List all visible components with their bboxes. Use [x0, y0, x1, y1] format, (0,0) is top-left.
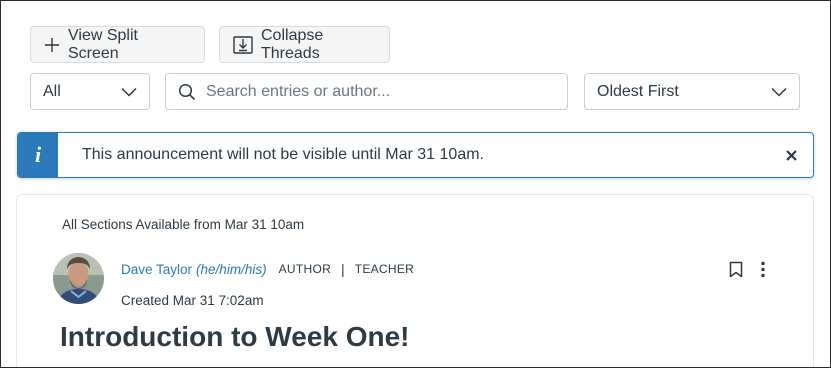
info-icon-glyph: i — [34, 142, 42, 167]
collapse-threads-label: Collapse Threads — [261, 26, 324, 62]
close-icon — [785, 149, 797, 161]
view-split-screen-button[interactable]: View Split Screen — [30, 26, 205, 63]
avatar[interactable] — [53, 253, 104, 304]
filter-select-value: All — [43, 82, 61, 100]
chevron-down-icon — [771, 87, 787, 97]
kebab-menu-icon — [761, 261, 765, 278]
view-split-screen-label: View Split Screen — [68, 26, 138, 62]
section-availability: All Sections Available from Mar 31 10am — [62, 217, 305, 232]
chevron-down-icon — [121, 87, 137, 97]
visibility-alert: i This announcement will not be visible … — [17, 132, 814, 178]
teacher-role-badge: TEACHER — [354, 262, 415, 276]
filter-select[interactable]: All — [30, 73, 150, 110]
close-alert-button[interactable] — [769, 133, 813, 177]
alert-message: This announcement will not be visible un… — [82, 146, 484, 163]
more-options-button[interactable] — [759, 261, 767, 283]
discussion-view: View Split Screen Collapse Threads All O… — [0, 0, 831, 368]
author-pronouns: (he/him/his) — [196, 261, 267, 277]
announcement-title: Introduction to Week One! — [60, 321, 410, 352]
info-icon: i — [18, 133, 58, 177]
created-timestamp: Created Mar 31 7:02am — [121, 293, 264, 308]
author-photo — [53, 253, 104, 304]
author-name-link[interactable]: Dave Taylor — [121, 262, 192, 277]
role-separator: | — [341, 261, 345, 277]
collapse-threads-button[interactable]: Collapse Threads — [219, 26, 390, 63]
bookmark-button[interactable] — [729, 261, 743, 283]
search-field[interactable] — [165, 73, 568, 110]
author-line: Dave Taylor (he/him/his) AUTHOR | TEACHE… — [121, 261, 414, 277]
sort-order-select[interactable]: Oldest First — [584, 73, 800, 110]
search-input[interactable] — [206, 82, 546, 101]
author-role-badge: AUTHOR — [278, 262, 332, 276]
announcement-card: All Sections Available from Mar 31 10am … — [16, 194, 814, 367]
plus-icon — [45, 37, 59, 52]
search-icon — [178, 83, 196, 100]
sort-order-value: Oldest First — [597, 82, 679, 100]
bookmark-icon — [729, 261, 743, 278]
collapse-icon — [233, 35, 253, 54]
